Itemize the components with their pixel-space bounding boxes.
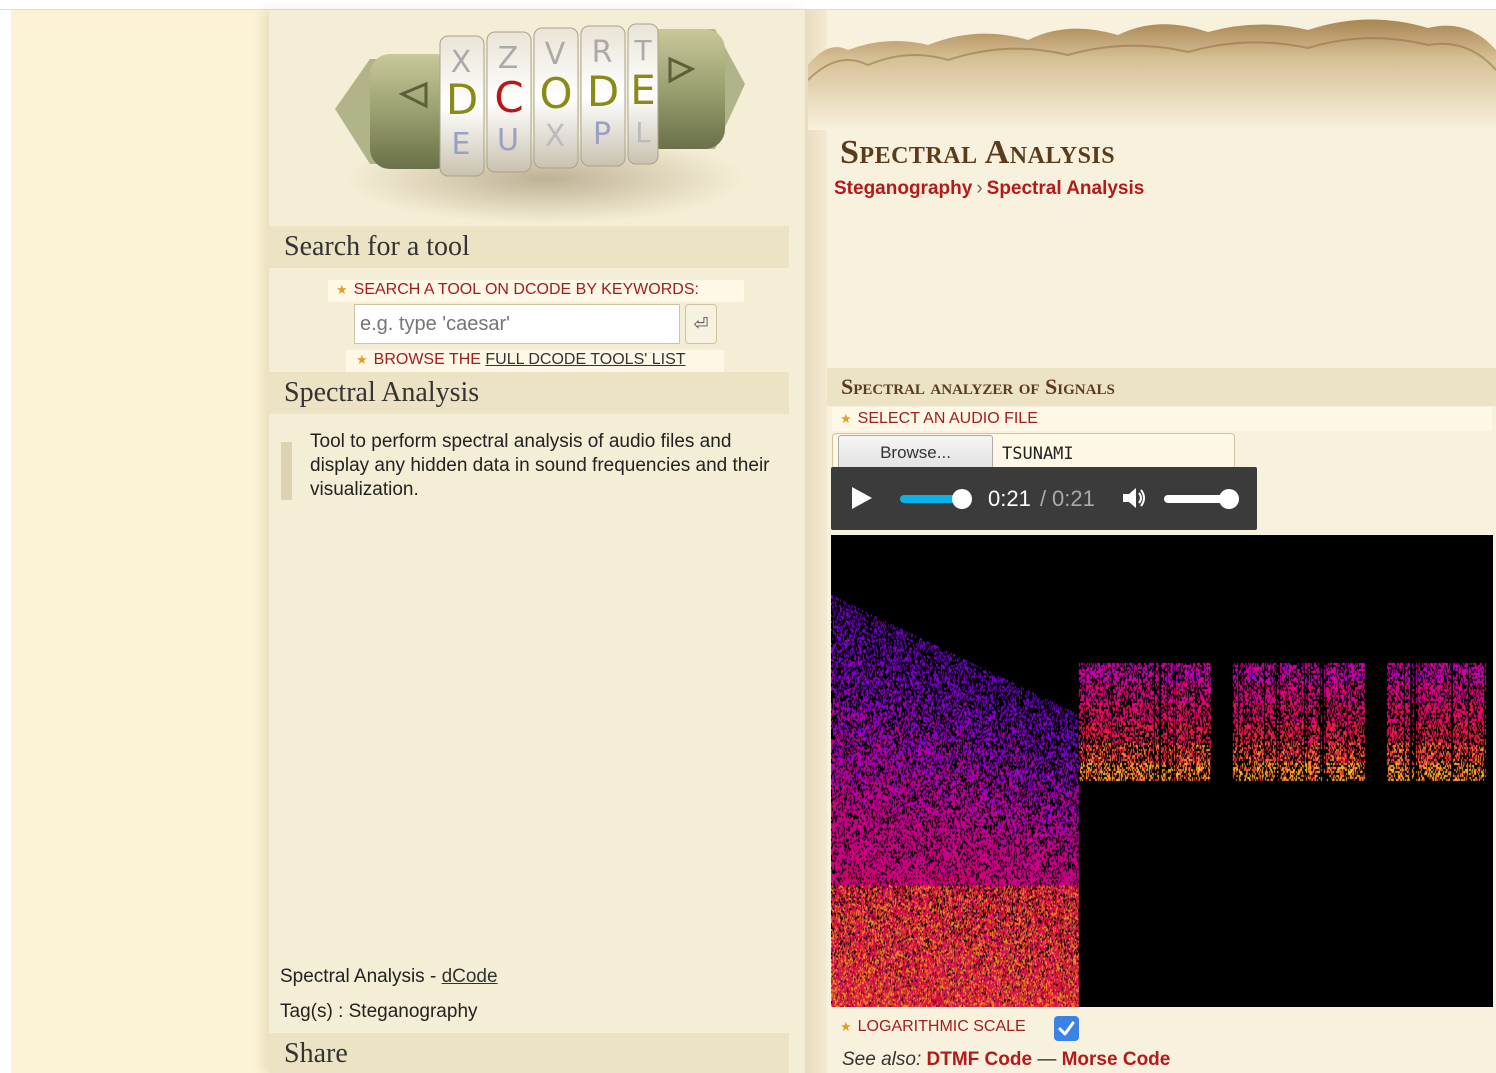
breadcrumb: Steganography › Spectral Analysis: [834, 178, 1144, 200]
morse-code-link[interactable]: Morse Code: [1062, 1049, 1171, 1070]
share-heading: Share: [269, 1033, 789, 1073]
credit-prefix: Spectral Analysis -: [280, 966, 442, 987]
logo-letter-mid-5: E: [630, 68, 655, 114]
logo-letter-bot-3: X: [545, 119, 566, 154]
logo-letter-top-2: Z: [498, 41, 519, 76]
search-label-text: Search a tool on dCode by keywords:: [353, 281, 699, 298]
log-scale-text: Logarithmic scale: [857, 1018, 1026, 1035]
tool-heading: Spectral Analysis: [269, 372, 789, 414]
time-duration: 0:21: [1052, 486, 1095, 511]
column-gutter: [805, 10, 827, 1073]
seek-thumb[interactable]: [952, 489, 972, 509]
tool-tags: Tag(s) : Steganography: [280, 1001, 478, 1022]
dcode-link[interactable]: dCode: [442, 966, 498, 987]
logo-letter-bot-5: L: [635, 116, 651, 149]
see-also-separator: —: [1032, 1049, 1062, 1070]
enter-icon: ⏎: [693, 314, 709, 334]
breadcrumb-separator: ›: [976, 178, 983, 199]
logo-letter-bot-1: E: [452, 127, 471, 162]
parchment-decoration: [808, 19, 1496, 130]
star-icon: ★: [840, 410, 852, 426]
logo-letter-mid-2: C: [494, 73, 523, 122]
star-icon: ★: [356, 351, 368, 367]
logo-letter-top-5: T: [633, 34, 652, 67]
search-submit-button[interactable]: ⏎: [685, 304, 717, 344]
logo-letter-bot-4: P: [593, 117, 611, 152]
dcode-logo[interactable]: X Z V R T D C O D E E U X P L: [330, 14, 750, 224]
select-audio-text: Select an audio file: [857, 410, 1038, 427]
star-icon: ★: [336, 281, 348, 297]
search-heading: Search for a tool: [269, 226, 789, 268]
time-current: 0:21: [988, 486, 1031, 511]
analyzer-heading: Spectral analyzer of Signals: [827, 368, 1496, 406]
browse-tools: ★ BROWSE THE FULL DCODE TOOLS' LIST: [346, 350, 724, 372]
tool-credit: Spectral Analysis - dCode: [280, 966, 498, 988]
star-icon: ★: [840, 1018, 852, 1034]
log-scale-checkbox[interactable]: [1054, 1016, 1079, 1041]
logo-letter-top-3: V: [545, 37, 566, 72]
select-audio-label: ★ Select an audio file: [832, 407, 1492, 431]
volume-thumb[interactable]: [1219, 489, 1239, 509]
tool-description: Tool to perform spectral analysis of aud…: [310, 431, 770, 500]
check-icon: [1058, 1021, 1075, 1036]
spectrogram: [831, 535, 1493, 1007]
browse-prefix: BROWSE THE: [373, 351, 486, 368]
browse-button[interactable]: Browse...: [838, 435, 993, 469]
page-title: Spectral Analysis: [840, 134, 1116, 171]
dtmf-code-link[interactable]: DTMF Code: [927, 1049, 1033, 1070]
volume-icon[interactable]: [1120, 484, 1148, 512]
logo-letter-top-4: R: [592, 35, 613, 70]
logo-letter-mid-4: D: [587, 67, 619, 116]
see-also-prefix: See also:: [842, 1049, 927, 1070]
search-input[interactable]: [354, 304, 680, 344]
full-tools-list-link[interactable]: FULL DCODE TOOLS' LIST: [485, 351, 685, 368]
breadcrumb-spectral-analysis[interactable]: Spectral Analysis: [987, 178, 1145, 199]
logo-letter-bot-2: U: [497, 123, 519, 158]
selected-file-name: TSUNAMI: [1002, 444, 1074, 464]
browser-top-edge: [0, 0, 1496, 10]
logo-letter-mid-1: D: [446, 75, 478, 124]
logo-letter-mid-3: O: [539, 69, 572, 118]
description-quote-bar: [281, 442, 292, 500]
page-left-margin: [11, 10, 269, 1073]
log-scale-label: ★ Logarithmic scale: [840, 1018, 1026, 1036]
play-icon[interactable]: [852, 487, 872, 509]
see-also: See also: DTMF Code — Morse Code: [842, 1049, 1170, 1071]
breadcrumb-steganography[interactable]: Steganography: [834, 178, 972, 199]
time-separator: /: [1040, 486, 1047, 511]
search-label: ★ Search a tool on dCode by keywords:: [328, 280, 744, 302]
